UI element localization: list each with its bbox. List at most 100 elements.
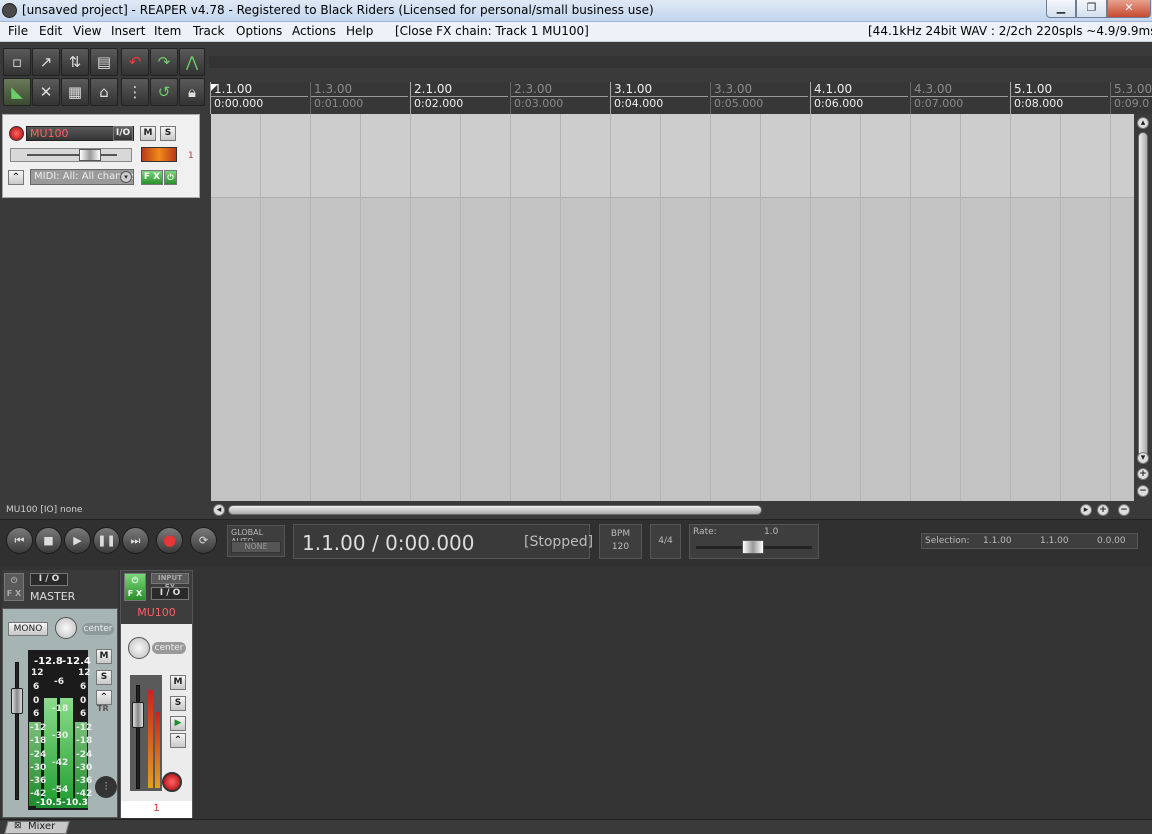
fx-bypass-power-icon[interactable]: ⏻ bbox=[164, 170, 177, 185]
scroll-down-icon[interactable]: ▾ bbox=[1137, 452, 1149, 464]
scroll-right-icon[interactable]: ▸ bbox=[1080, 504, 1092, 516]
timeline-ruler[interactable]: 1.1.00 0:00.000 1.3.00 0:01.000 2.1.00 0:02… bbox=[209, 82, 1152, 114]
save-project-icon[interactable]: ⇅ bbox=[61, 48, 89, 76]
track-strip-monitor-icon[interactable]: ▶ bbox=[170, 716, 186, 731]
track-strip-envelope-icon[interactable]: ⌃ bbox=[170, 733, 186, 748]
scale-label: -30 bbox=[76, 763, 93, 773]
master-fader-handle[interactable] bbox=[11, 688, 23, 714]
menu-actions[interactable]: Actions bbox=[292, 24, 336, 38]
horizontal-scrollbar[interactable]: ◂ ▸ + − bbox=[211, 502, 1152, 518]
menu-help[interactable]: Help bbox=[346, 24, 373, 38]
scroll-left-icon[interactable]: ◂ bbox=[213, 504, 225, 516]
play-icon[interactable]: ▶ bbox=[64, 527, 91, 554]
open-project-icon[interactable]: ↗ bbox=[32, 48, 60, 76]
grid-lines-icon[interactable]: ⋮ bbox=[121, 78, 149, 106]
horizontal-scroll-thumb[interactable] bbox=[228, 505, 762, 515]
track-meter-left-bar bbox=[148, 690, 153, 788]
mixer-settings-icon[interactable]: ⫶ bbox=[95, 776, 117, 798]
envelope-button[interactable]: ⌃ bbox=[8, 170, 24, 185]
zoom-out-vertical-icon[interactable]: − bbox=[1137, 485, 1149, 497]
auto-crossfade-icon[interactable]: ✕ bbox=[32, 78, 60, 106]
redo-icon[interactable]: ↷ bbox=[150, 48, 178, 76]
zoom-out-horizontal-icon[interactable]: − bbox=[1118, 504, 1130, 516]
grid-line bbox=[1110, 114, 1111, 501]
metronome-icon[interactable]: ⋀ bbox=[179, 48, 205, 76]
track-strip-mute-button[interactable]: M bbox=[170, 675, 186, 690]
midi-input-select[interactable]: MIDI: All: All channe bbox=[30, 169, 134, 185]
bpm-display[interactable]: BPM 120 bbox=[599, 524, 642, 559]
volume-slider-handle[interactable] bbox=[79, 149, 101, 161]
grid-line bbox=[510, 114, 511, 501]
vertical-scroll-thumb[interactable] bbox=[1138, 132, 1148, 458]
new-project-icon[interactable]: ▫ bbox=[3, 48, 31, 76]
project-settings-icon[interactable]: ▤ bbox=[90, 48, 118, 76]
master-envelope-icon[interactable]: ⌃ bbox=[96, 690, 112, 705]
zoom-in-horizontal-icon[interactable]: + bbox=[1097, 504, 1109, 516]
go-to-start-icon[interactable]: ⏮ bbox=[6, 527, 33, 554]
maximize-button[interactable]: ❐ bbox=[1076, 0, 1107, 18]
master-trim-label: TR bbox=[97, 704, 109, 713]
menu-edit[interactable]: Edit bbox=[39, 24, 62, 38]
track-strip-solo-button[interactable]: S bbox=[170, 696, 186, 711]
scroll-up-icon[interactable]: ▴ bbox=[1137, 117, 1149, 129]
playrate-control[interactable]: Rate: 1.0 bbox=[689, 524, 819, 559]
track-record-arm-icon[interactable] bbox=[9, 126, 24, 141]
record-icon[interactable]: ● bbox=[156, 527, 183, 554]
chevron-down-icon[interactable]: ▾ bbox=[120, 171, 132, 183]
audio-device-status[interactable]: [44.1kHz 24bit WAV : 2/2ch 220spls ~4.9/… bbox=[868, 24, 1152, 38]
master-mute-button[interactable]: M bbox=[96, 649, 112, 664]
menu-options[interactable]: Options bbox=[236, 24, 282, 38]
reaper-logo-icon bbox=[2, 3, 17, 18]
menu-view[interactable]: View bbox=[73, 24, 101, 38]
mono-button[interactable]: MONO bbox=[8, 622, 48, 636]
global-auto-button[interactable]: GLOBAL AUTO NONE bbox=[227, 525, 285, 557]
track-solo-button[interactable]: S bbox=[160, 126, 176, 141]
track-io-button[interactable]: I/O bbox=[113, 126, 133, 141]
loop-toggle-icon[interactable]: ↺ bbox=[150, 78, 178, 106]
edit-cursor-icon[interactable] bbox=[211, 84, 218, 91]
mixer-tab-close-icon[interactable]: ⊠ bbox=[14, 821, 22, 831]
zoom-in-vertical-icon[interactable]: + bbox=[1137, 468, 1149, 480]
selection-display[interactable]: Selection: 1.1.00 1.1.00 0.0.00 bbox=[921, 533, 1138, 549]
master-io-button[interactable]: I / O bbox=[30, 573, 68, 586]
main-toolbar: ▫ ↗ ⇅ ▤ ↶ ↷ ⋀ ◣ ✕ ▦ ⌂ ⋮ ↺ 🔒︎ bbox=[0, 42, 208, 110]
time-signature[interactable]: 4/4 bbox=[650, 524, 681, 559]
lock-icon[interactable]: 🔒︎ bbox=[179, 78, 205, 106]
track-strip-record-arm-icon[interactable] bbox=[162, 772, 182, 792]
close-button[interactable]: ✕ bbox=[1107, 0, 1151, 18]
menu-insert[interactable]: Insert bbox=[111, 24, 145, 38]
master-pan-knob[interactable] bbox=[55, 617, 77, 639]
menu-track[interactable]: Track bbox=[193, 24, 224, 38]
grid-line bbox=[1060, 114, 1061, 501]
go-to-end-icon[interactable]: ⏭ bbox=[122, 527, 149, 554]
menu-item[interactable]: Item bbox=[154, 24, 181, 38]
pause-icon[interactable]: ❚❚ bbox=[93, 527, 120, 554]
track-strip-io-button[interactable]: I / O bbox=[151, 587, 189, 600]
grid-snap-icon[interactable]: ▦ bbox=[61, 78, 89, 106]
track-pan-knob[interactable] bbox=[128, 637, 150, 659]
stop-icon[interactable]: ■ bbox=[35, 527, 62, 554]
track-io-status: MU100 [IO] none bbox=[6, 505, 83, 515]
track-vu-meter bbox=[141, 147, 177, 162]
track-fader-handle[interactable] bbox=[132, 702, 144, 728]
track-fx-button[interactable]: F X bbox=[141, 170, 163, 185]
rate-slider-handle[interactable] bbox=[742, 540, 764, 554]
track-strip-number: 1 bbox=[121, 801, 192, 818]
track-volume-slider[interactable] bbox=[10, 148, 132, 162]
close-fx-chain-link[interactable]: [Close FX chain: Track 1 MU100] bbox=[395, 24, 589, 38]
vertical-scrollbar[interactable]: ▴ ▾ + − bbox=[1134, 114, 1152, 501]
master-fx-button[interactable]: ⏻ F X bbox=[4, 573, 24, 601]
menu-file[interactable]: File bbox=[8, 24, 28, 38]
track-lane[interactable] bbox=[211, 114, 1134, 198]
track-strip-name[interactable]: MU100 bbox=[121, 606, 192, 619]
track-strip-fx-button[interactable]: ⏻ F X bbox=[124, 573, 146, 601]
timeline-header bbox=[209, 56, 1152, 68]
undo-icon[interactable]: ↶ bbox=[121, 48, 149, 76]
minimize-button[interactable]: ▁ bbox=[1046, 0, 1076, 18]
locking-envelope-icon[interactable]: ⌂ bbox=[90, 78, 118, 106]
ripple-edit-icon[interactable]: ◣ bbox=[3, 78, 31, 106]
input-fx-button[interactable]: INPUT FX bbox=[151, 573, 189, 591]
track-mute-button[interactable]: M bbox=[140, 126, 156, 141]
master-solo-button[interactable]: S bbox=[96, 670, 112, 685]
repeat-icon[interactable]: ⟳ bbox=[190, 527, 217, 554]
